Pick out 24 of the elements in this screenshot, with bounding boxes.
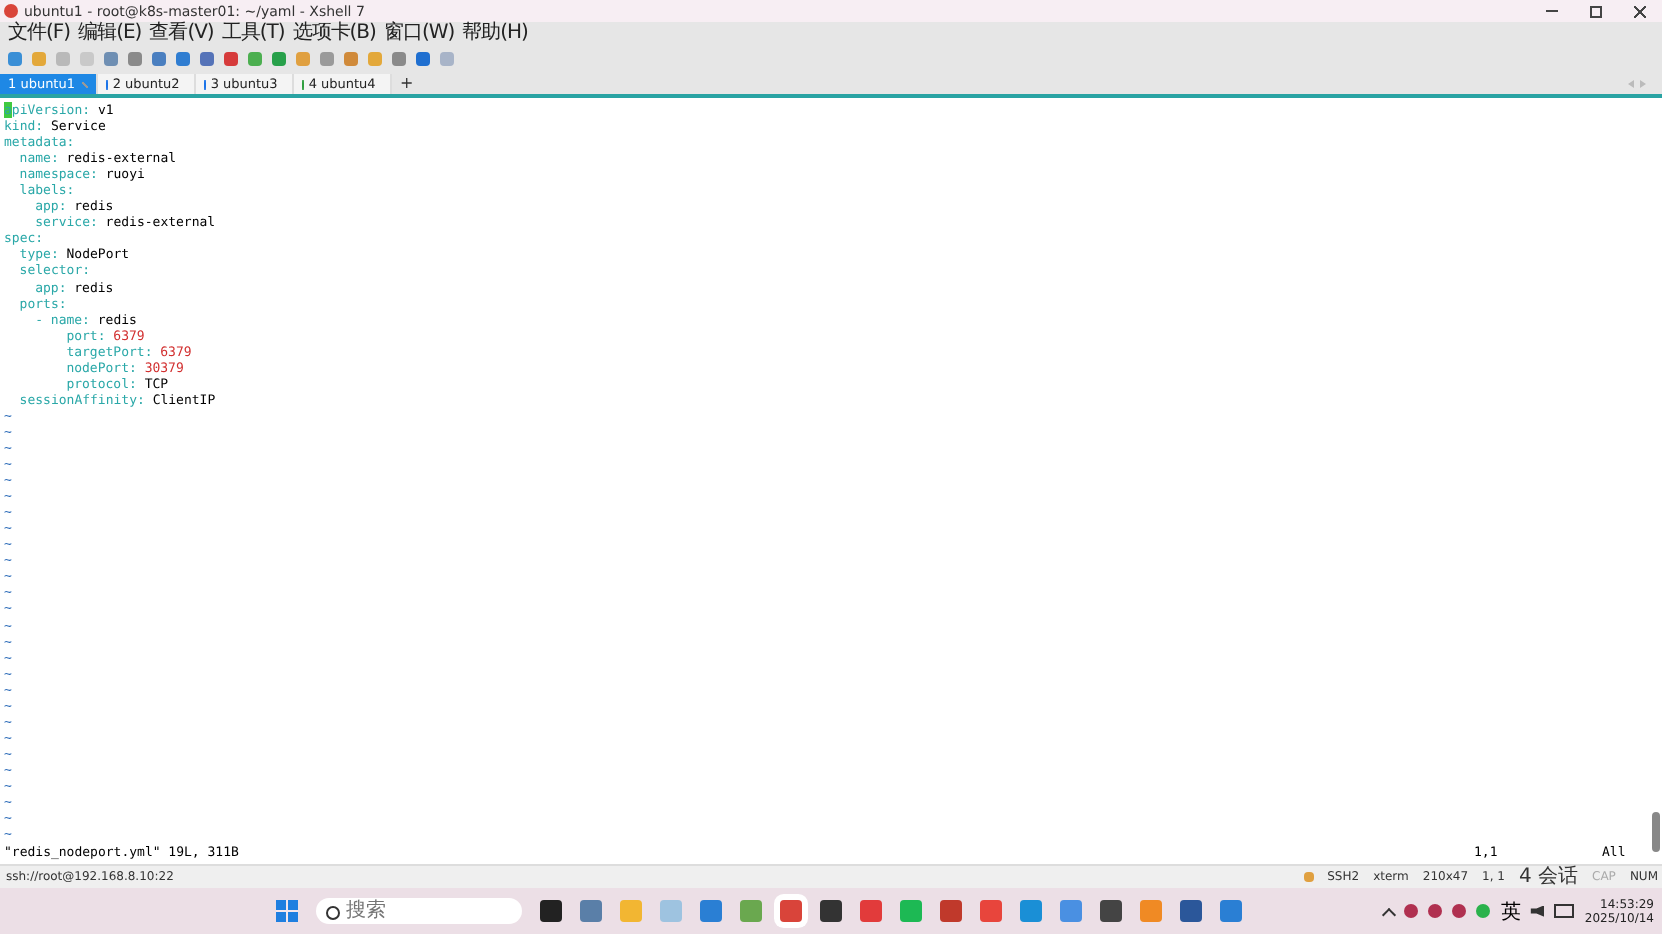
menu-item[interactable]: 工具(T) bbox=[221, 22, 285, 46]
menu-item[interactable]: 帮助(H) bbox=[462, 22, 528, 46]
new-tab-button[interactable]: + bbox=[392, 74, 422, 94]
search-field[interactable]: 搜索 bbox=[316, 898, 522, 924]
scroll-thumb[interactable] bbox=[1652, 812, 1660, 852]
menu-item[interactable]: 文件(F) bbox=[8, 22, 71, 46]
menu-item[interactable]: 编辑(E) bbox=[78, 22, 142, 46]
menu-item[interactable]: 查看(V) bbox=[149, 22, 214, 46]
app-icon[interactable] bbox=[780, 900, 802, 922]
app-icon[interactable] bbox=[1180, 900, 1202, 922]
scroll-right-icon[interactable] bbox=[1640, 80, 1650, 88]
windows-logo-icon[interactable] bbox=[276, 900, 298, 922]
battery-icon[interactable] bbox=[1554, 904, 1575, 918]
app-icon[interactable] bbox=[820, 900, 842, 922]
menu-item[interactable]: 窗口(W) bbox=[383, 22, 455, 46]
restore-icon[interactable] bbox=[1590, 5, 1602, 17]
scroll-left-icon[interactable] bbox=[1624, 80, 1634, 88]
app-icon[interactable] bbox=[1100, 900, 1122, 922]
app-logo-icon bbox=[4, 4, 18, 18]
speaker-icon[interactable] bbox=[1530, 905, 1545, 917]
menu-item[interactable]: 选项卡(B) bbox=[292, 22, 376, 46]
input-method-indicator[interactable]: 英 bbox=[1500, 897, 1521, 925]
app-icon[interactable] bbox=[540, 900, 562, 922]
session-count: 4 会话 bbox=[1518, 866, 1579, 888]
